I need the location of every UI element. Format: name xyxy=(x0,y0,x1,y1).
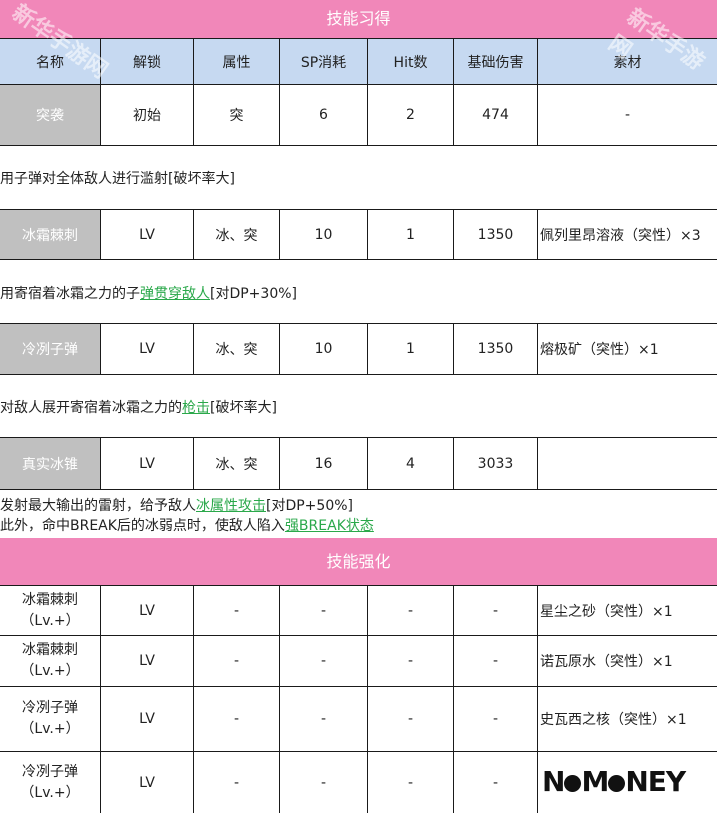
upgrade-damage: - xyxy=(453,636,537,686)
logo-dot-icon xyxy=(608,774,626,792)
upgrade-sp: - xyxy=(279,752,367,813)
logo-dot-icon xyxy=(564,774,582,792)
header-material: 素材 xyxy=(537,39,717,84)
upgrade-unlock: LV xyxy=(100,636,193,686)
table-row: 冷冽子弹 LV 冰、突 10 1 1350 熔极矿（突性）×1 xyxy=(0,323,717,375)
upgrade-attr: - xyxy=(193,586,279,635)
skill-material: 熔极矿（突性）×1 xyxy=(537,324,717,374)
upgrade-attr: - xyxy=(193,636,279,686)
skill-damage: 1350 xyxy=(453,210,537,259)
header-name: 名称 xyxy=(36,54,64,71)
skill-material xyxy=(537,438,717,489)
upgrade-attr: - xyxy=(193,752,279,813)
upgrade-name: 冰霜棘刺 （Lv.+） xyxy=(20,591,80,629)
skill-description: 发射最大输出的雷射，给予敌人冰属性攻击[对DP+50%] xyxy=(0,498,353,514)
skill-hit: 2 xyxy=(367,85,453,145)
keyword-link[interactable]: 冰属性攻击 xyxy=(196,498,266,514)
keyword-link[interactable]: 弹贯穿敌人 xyxy=(140,286,210,302)
upgrade-unlock: LV xyxy=(100,687,193,751)
skill-name: 真实冰锥 xyxy=(0,438,100,489)
table-row: 冰霜棘刺 LV 冰、突 10 1 1350 佩列里昂溶液（突性）×3 xyxy=(0,209,717,260)
skill-material: - xyxy=(537,85,717,145)
table-row: 冷冽子弹 （Lv.+） LV - - - - 史瓦西之核（突性）×1 xyxy=(0,686,717,752)
header-unlock: 解锁 xyxy=(100,39,193,84)
upgrade-name: 冷冽子弹 （Lv.+） xyxy=(20,763,80,801)
header-damage: 基础伤害 xyxy=(453,39,537,84)
skill-description: 用子弹对全体敌人进行滥射[破坏率大] xyxy=(0,171,235,187)
upgrade-sp: - xyxy=(279,636,367,686)
upgrade-sp: - xyxy=(279,586,367,635)
table-header-row: 名称 解锁 属性 SP消耗 Hit数 基础伤害 素材 xyxy=(0,38,717,85)
skill-damage: 3033 xyxy=(453,438,537,489)
skill-attr: 冰、突 xyxy=(193,438,279,489)
upgrade-material: 诺瓦原水（突性）×1 xyxy=(537,636,717,686)
section-title-skill-learn: 技能习得 xyxy=(0,0,717,38)
header-sp: SP消耗 xyxy=(279,39,367,84)
keyword-link[interactable]: 强BREAK状态 xyxy=(285,518,374,534)
skill-attr: 冰、突 xyxy=(193,210,279,259)
table-row: 冰霜棘刺 （Lv.+） LV - - - - 星尘之砂（突性）×1 xyxy=(0,585,717,636)
skill-description: 用寄宿着冰霜之力的子弹贯穿敌人[对DP+30%] xyxy=(0,286,297,302)
table-row: 冰霜棘刺 （Lv.+） LV - - - - 诺瓦原水（突性）×1 xyxy=(0,635,717,687)
skill-attr: 突 xyxy=(193,85,279,145)
upgrade-attr: - xyxy=(193,687,279,751)
skill-unlock: LV xyxy=(100,324,193,374)
skill-damage: 474 xyxy=(453,85,537,145)
upgrade-hit: - xyxy=(367,586,453,635)
skill-sp: 6 xyxy=(279,85,367,145)
upgrade-damage: - xyxy=(453,687,537,751)
header-attr: 属性 xyxy=(193,39,279,84)
skill-hit: 1 xyxy=(367,210,453,259)
skill-damage: 1350 xyxy=(453,324,537,374)
upgrade-hit: - xyxy=(367,636,453,686)
skill-sp: 10 xyxy=(279,324,367,374)
section-title-skill-upgrade: 技能强化 xyxy=(0,538,717,585)
skill-sp: 16 xyxy=(279,438,367,489)
upgrade-material: 星尘之砂（突性）×1 xyxy=(537,586,717,635)
skill-unlock: LV xyxy=(100,438,193,489)
upgrade-unlock: LV xyxy=(100,586,193,635)
upgrade-hit: - xyxy=(367,687,453,751)
table-row: 突袭 初始 突 6 2 474 - xyxy=(0,84,717,146)
upgrade-sp: - xyxy=(279,687,367,751)
upgrade-damage: - xyxy=(453,586,537,635)
skill-hit: 4 xyxy=(367,438,453,489)
table-row: 真实冰锥 LV 冰、突 16 4 3033 xyxy=(0,437,717,490)
upgrade-name: 冷冽子弹 （Lv.+） xyxy=(20,700,80,737)
skill-description: 对敌人展开寄宿着冰霜之力的枪击[破坏率大] xyxy=(0,400,277,416)
skill-attr: 冰、突 xyxy=(193,324,279,374)
skill-description: 此外，命中BREAK后的冰弱点时，使敌人陷入强BREAK状态 xyxy=(0,518,374,534)
upgrade-hit: - xyxy=(367,752,453,813)
upgrade-unlock: LV xyxy=(100,752,193,813)
skill-unlock: 初始 xyxy=(100,85,193,145)
skill-hit: 1 xyxy=(367,324,453,374)
skill-unlock: LV xyxy=(100,210,193,259)
upgrade-material: 史瓦西之核（突性）×1 xyxy=(537,687,717,751)
skill-material: 佩列里昂溶液（突性）×3 xyxy=(537,210,717,259)
skill-sp: 10 xyxy=(279,210,367,259)
skill-name: 冷冽子弹 xyxy=(0,324,100,374)
header-hit: Hit数 xyxy=(367,39,453,84)
keyword-link[interactable]: 枪击 xyxy=(182,400,210,416)
skill-name: 突袭 xyxy=(0,85,100,145)
upgrade-name: 冰霜棘刺 （Lv.+） xyxy=(20,642,80,679)
upgrade-damage: - xyxy=(453,752,537,813)
skill-name: 冰霜棘刺 xyxy=(0,210,100,259)
nomoney-logo: N M NEY xyxy=(542,765,686,798)
